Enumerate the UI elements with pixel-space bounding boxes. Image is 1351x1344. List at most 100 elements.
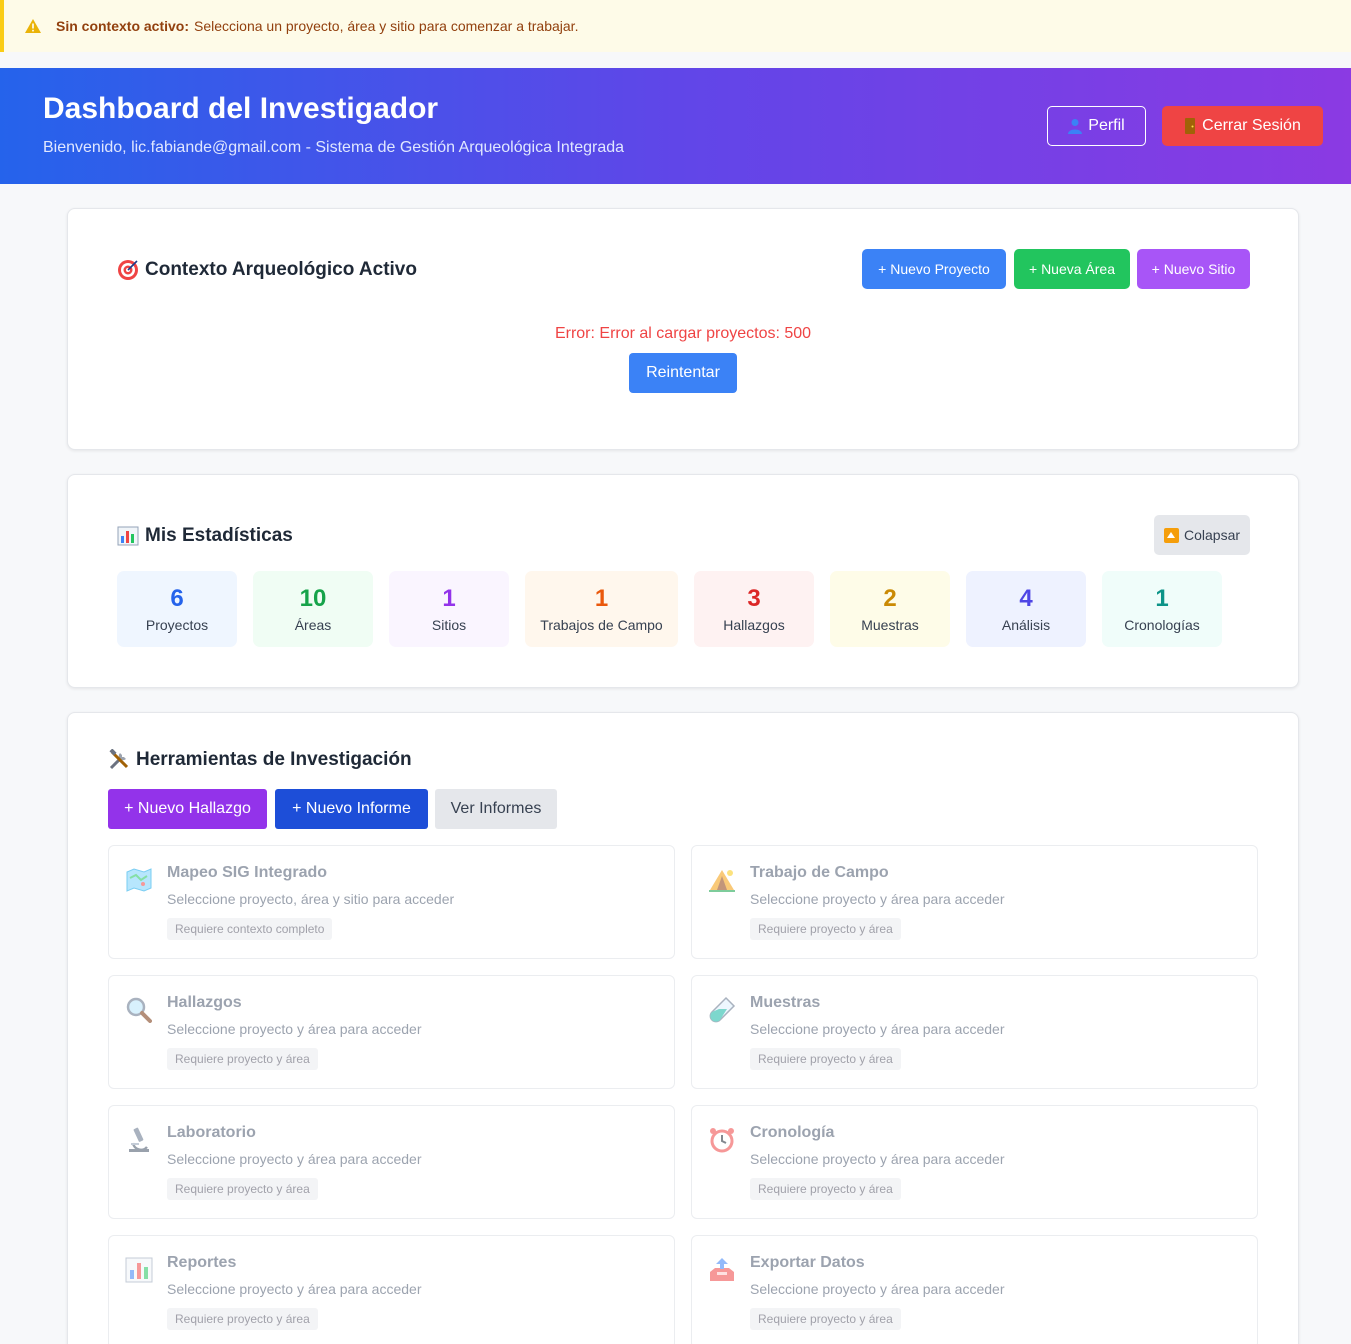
- tools-icon: [109, 749, 129, 770]
- tools-title: Herramientas de Investigación: [108, 749, 412, 771]
- stat-label: Análisis: [1001, 617, 1051, 633]
- active-context-card: Contexto Arqueológico Activo + Nuevo Pro…: [67, 208, 1299, 450]
- tile-description: Seleccione proyecto y área para acceder: [750, 1021, 1005, 1037]
- stat-label: Áreas: [294, 617, 332, 633]
- dashboard-header: Dashboard del Investigador Bienvenido, l…: [0, 68, 1351, 184]
- tile-description: Seleccione proyecto y área para acceder: [750, 1281, 1005, 1297]
- tile-requirement-badge: Requiere proyecto y área: [750, 1308, 901, 1330]
- tile-description: Seleccione proyecto y área para acceder: [750, 891, 1005, 907]
- profile-button[interactable]: Perfil: [1047, 106, 1146, 146]
- test-tube-icon: [709, 996, 736, 1023]
- microscope-icon: [129, 1127, 149, 1152]
- tool-tile-laboratory[interactable]: Laboratorio Seleccione proyecto y área p…: [108, 1105, 675, 1219]
- stat-value: 1: [594, 585, 609, 612]
- tile-title: Trabajo de Campo: [750, 864, 889, 881]
- alert-bold-label: Sin contexto activo:: [56, 18, 190, 34]
- stat-value: 2: [883, 585, 897, 612]
- new-report-button[interactable]: + Nuevo Informe: [275, 789, 428, 829]
- stat-label: Trabajos de Campo: [540, 617, 663, 633]
- alarm-clock-icon: [710, 1128, 734, 1153]
- bar-chart-icon: [125, 1257, 153, 1283]
- context-title-text: Contexto Arqueológico Activo: [145, 259, 417, 280]
- tool-tile-export-data[interactable]: Exportar Datos Seleccione proyecto y áre…: [691, 1235, 1258, 1344]
- stat-label: Hallazgos: [723, 617, 785, 633]
- warning-icon: [25, 19, 41, 33]
- statistics-card: Mis Estadísticas Colapsar 6 Proyectos 10…: [67, 474, 1299, 688]
- new-area-button[interactable]: + Nueva Área: [1014, 249, 1130, 289]
- stat-card: 3 Hallazgos: [694, 571, 814, 647]
- new-finding-button[interactable]: + Nuevo Hallazgo: [108, 789, 267, 829]
- tool-tile-samples[interactable]: Muestras Seleccione proyecto y área para…: [691, 975, 1258, 1089]
- outbox-tray-icon: [710, 1258, 734, 1281]
- tile-requirement-badge: Requiere proyecto y área: [750, 1048, 901, 1070]
- tile-title: Reportes: [167, 1254, 237, 1271]
- tool-tile-reports[interactable]: Reportes Seleccione proyecto y área para…: [108, 1235, 675, 1344]
- tile-title: Cronología: [750, 1124, 835, 1141]
- logout-button[interactable]: Cerrar Sesión: [1162, 106, 1323, 146]
- tile-description: Seleccione proyecto y área para acceder: [167, 1021, 422, 1037]
- tile-requirement-badge: Requiere proyecto y área: [167, 1178, 318, 1200]
- tile-description: Seleccione proyecto y área para acceder: [167, 1151, 422, 1167]
- new-site-button[interactable]: + Nuevo Sitio: [1137, 249, 1250, 289]
- stat-value: 4: [1019, 585, 1033, 612]
- alert-text: Selecciona un proyecto, área y sitio par…: [194, 18, 579, 34]
- welcome-subtitle: Bienvenido, lic.fabiande@gmail.com - Sis…: [43, 139, 625, 156]
- stat-label: Proyectos: [145, 617, 209, 633]
- stat-card: 10 Áreas: [253, 571, 373, 647]
- tile-requirement-badge: Requiere proyecto y área: [750, 1178, 901, 1200]
- tool-tile-sig-mapping[interactable]: Mapeo SIG Integrado Seleccione proyecto,…: [108, 845, 675, 959]
- tent-icon: [709, 870, 735, 892]
- stat-value: 10: [299, 585, 327, 612]
- context-title: Contexto Arqueológico Activo: [117, 259, 417, 281]
- tile-description: Seleccione proyecto, área y sitio para a…: [167, 891, 455, 907]
- error-message: Error: Error al cargar proyectos: 500: [554, 325, 812, 342]
- stat-value: 1: [1155, 585, 1169, 612]
- tile-description: Seleccione proyecto y área para acceder: [750, 1151, 1005, 1167]
- logout-button-label: Cerrar Sesión: [1202, 117, 1301, 134]
- collapse-button[interactable]: Colapsar: [1154, 515, 1250, 555]
- tile-title: Exportar Datos: [750, 1254, 865, 1271]
- tool-tile-chronology[interactable]: Cronología Seleccione proyecto y área pa…: [691, 1105, 1258, 1219]
- door-icon: [1185, 118, 1196, 134]
- stat-card: 1 Cronologías: [1102, 571, 1222, 647]
- magnifier-icon: [126, 997, 152, 1023]
- statistics-title: Mis Estadísticas: [117, 525, 293, 547]
- stat-value: 6: [170, 585, 184, 612]
- tile-title: Hallazgos: [167, 994, 242, 1011]
- stat-label: Cronologías: [1124, 617, 1200, 633]
- tile-description: Seleccione proyecto y área para acceder: [167, 1281, 422, 1297]
- tile-requirement-badge: Requiere proyecto y área: [167, 1308, 318, 1330]
- profile-button-label: Perfil: [1088, 117, 1125, 134]
- statistics-title-text: Mis Estadísticas: [145, 525, 293, 546]
- tile-title: Laboratorio: [167, 1124, 256, 1141]
- tools-title-text: Herramientas de Investigación: [136, 749, 412, 770]
- stat-value: 3: [747, 585, 761, 612]
- stat-card: 1 Trabajos de Campo: [525, 571, 678, 647]
- stat-label: Sitios: [431, 617, 467, 633]
- no-context-alert: Sin contexto activo: Selecciona un proye…: [0, 0, 1351, 52]
- view-reports-button[interactable]: Ver Informes: [435, 789, 557, 829]
- retry-button[interactable]: Reintentar: [629, 353, 737, 393]
- stat-card: 6 Proyectos: [117, 571, 237, 647]
- page-title: Dashboard del Investigador: [43, 92, 439, 125]
- tile-title: Muestras: [750, 994, 821, 1011]
- stat-card: 1 Sitios: [389, 571, 509, 647]
- tool-tile-field-work[interactable]: Trabajo de Campo Seleccione proyecto y á…: [691, 845, 1258, 959]
- map-icon: [126, 868, 152, 892]
- tile-requirement-badge: Requiere contexto completo: [167, 918, 333, 940]
- tile-title: Mapeo SIG Integrado: [167, 864, 328, 881]
- tile-requirement-badge: Requiere proyecto y área: [167, 1048, 318, 1070]
- user-icon: [1068, 119, 1083, 134]
- tile-requirement-badge: Requiere proyecto y área: [750, 918, 901, 940]
- stat-label: Muestras: [861, 617, 919, 633]
- bar-chart-icon: [117, 526, 139, 546]
- stat-value: 1: [442, 585, 456, 612]
- stat-card: 2 Muestras: [830, 571, 950, 647]
- new-project-button[interactable]: + Nuevo Proyecto: [862, 249, 1006, 289]
- tool-tile-findings[interactable]: Hallazgos Seleccione proyecto y área par…: [108, 975, 675, 1089]
- target-icon: [118, 260, 138, 280]
- research-tools-card: Herramientas de Investigación + Nuevo Ha…: [67, 712, 1299, 1344]
- collapse-label: Colapsar: [1183, 527, 1241, 543]
- stat-card: 4 Análisis: [966, 571, 1086, 647]
- up-arrow-icon: [1163, 527, 1179, 543]
